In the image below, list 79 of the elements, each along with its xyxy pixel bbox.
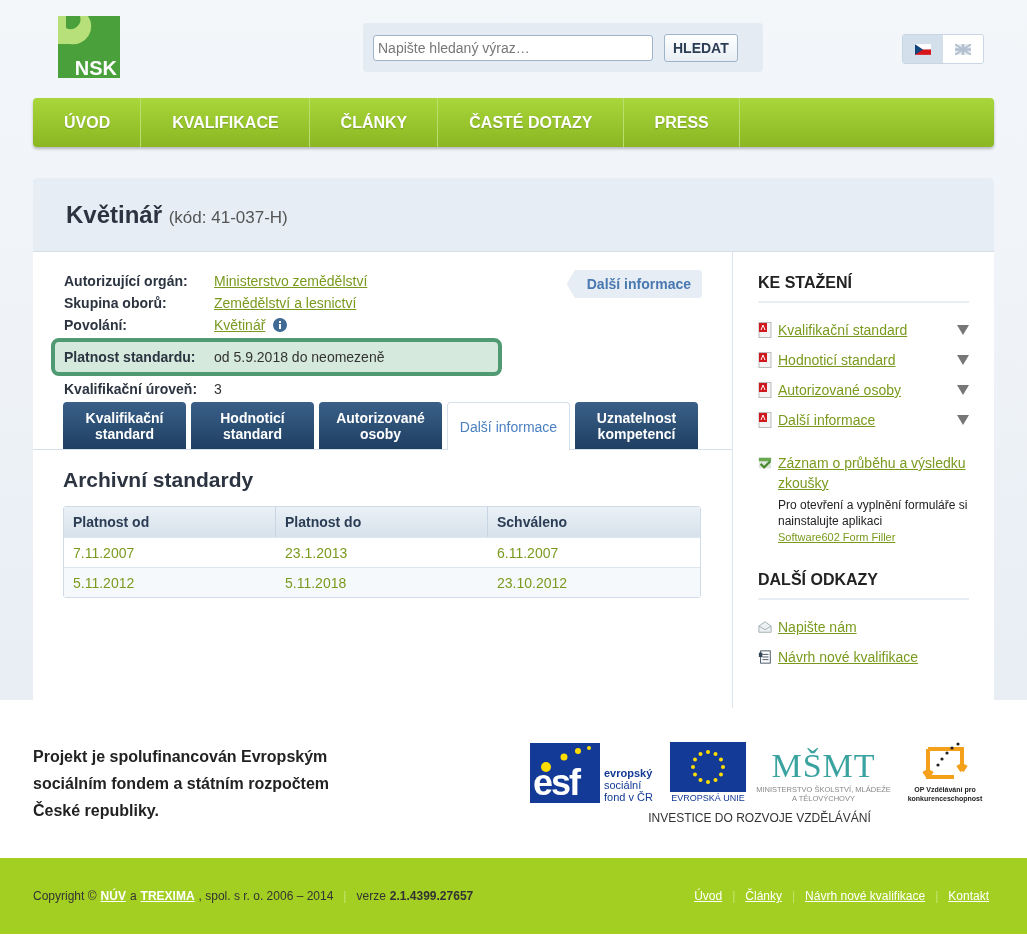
menu-item[interactable]: KVALIFIKACE [141, 98, 310, 147]
info-icon[interactable] [273, 318, 288, 332]
menu-item[interactable]: ČLÁNKY [309, 98, 439, 147]
tab[interactable]: Kvalifikační standard [63, 402, 186, 449]
table-cell-text: 5.11.2018 [284, 573, 348, 593]
table-cell-text: 23.1.2013 [284, 543, 349, 563]
czech-flag-icon [915, 43, 931, 55]
search-button[interactable]: HLEDAT [664, 33, 738, 62]
funding-statement: Projekt je spolufinancován Evropským sociálním fondem a státním rozpočtem České republiky. [33, 746, 331, 821]
download-link[interactable]: Kvalifikační standard [778, 322, 908, 338]
eu-logo: EVROPSKÁ UNIE [670, 742, 746, 803]
form-note: Pro otevření a vyplnění formuláře si nainstalujte aplikaci Software602 Form Filler [778, 497, 969, 545]
footer-link[interactable]: Kontakt [948, 889, 989, 903]
language-button[interactable] [903, 35, 943, 63]
section-heading: Archivní standardy [63, 468, 255, 492]
form-link[interactable]: Záznam o průběhu a výsledku zkoušky [778, 453, 969, 493]
uk-flag-icon [955, 43, 971, 55]
caret-icon[interactable] [957, 415, 969, 425]
search-field[interactable]: Napište hledaný výraz… [373, 34, 653, 61]
caret-icon[interactable] [957, 325, 969, 335]
detail-value: od 5.9.2018 do neomezeně [214, 349, 385, 365]
detail-label: Platnost standardu: [64, 349, 197, 365]
envelope-icon [758, 619, 772, 635]
footer-link[interactable]: Návrh nové kvalifikace [805, 889, 926, 903]
detail-label: Povolání: [64, 317, 128, 333]
menu-item[interactable]: PRESS [623, 98, 740, 147]
table-cell-text: 6.11.2007 [496, 543, 560, 563]
detail-label: Autorizující orgán: [64, 273, 189, 289]
document-icon [758, 649, 772, 665]
nsk-logo[interactable]: NSK [58, 16, 120, 78]
separator: | [343, 889, 347, 903]
footer-text: , spol. s r. o. 2006 – 2014 [198, 889, 334, 903]
table-cell-text: 5.11.2012 [72, 573, 136, 593]
sidebar-heading: KE STAŽENÍ [758, 274, 969, 303]
footer-link[interactable]: Články [745, 889, 782, 903]
column-header: Platnost do [276, 507, 488, 537]
footer-link[interactable]: Úvod [694, 889, 723, 903]
footer-link[interactable]: TREXIMA [140, 889, 195, 903]
form-icon [758, 455, 772, 471]
sidebar-link[interactable]: Návrh nové kvalifikace [778, 649, 919, 665]
separator: | [935, 889, 939, 903]
table-cell-text: 7.11.2007 [72, 543, 136, 563]
tab[interactable]: Uznatelnost kompetencí [575, 402, 698, 449]
more-info-tag[interactable]: Další informace [566, 270, 702, 298]
tab[interactable]: Další informace [447, 402, 570, 450]
column-header: Schváleno [496, 513, 569, 532]
detail-label: Skupina oborů: [64, 295, 168, 311]
slogan: INVESTICE DO ROZVOJE VZDĚLÁVÁNÍ [648, 811, 871, 825]
detail-link[interactable]: Ministerstvo zemědělství [214, 273, 368, 289]
pdf-icon [758, 412, 772, 428]
menu-item[interactable]: ÚVOD [33, 98, 142, 147]
menu-item[interactable]: ČASTÉ DOTAZY [438, 98, 624, 147]
footer-text: Copyright © [33, 889, 97, 903]
caret-icon[interactable] [957, 385, 969, 395]
detail-link[interactable]: Zemědělství a lesnictví [214, 295, 357, 311]
column-header: Platnost od [64, 507, 276, 537]
detail-label: Kvalifikační úroveň: [64, 381, 199, 397]
software-link[interactable]: Software602 Form Filler [778, 531, 896, 543]
separator: | [732, 889, 736, 903]
detail-link[interactable]: Květinář [214, 317, 266, 333]
version-number: 2.1.4399.27657 [389, 889, 474, 903]
pdf-icon [758, 382, 772, 398]
sidebar-link[interactable]: Napište nám [778, 619, 857, 635]
footer-text: verze [356, 889, 386, 903]
footer-text: a [129, 889, 137, 903]
tab[interactable]: Autorizované osoby [319, 402, 442, 449]
table-cell-text: 23.10.2012 [496, 573, 569, 593]
sidebar-heading: DALŠÍ ODKAZY [758, 571, 969, 600]
download-link[interactable]: Hodnoticí standard [778, 352, 896, 368]
pdf-icon [758, 352, 772, 368]
footer-link[interactable]: NÚV [100, 889, 126, 903]
page-title: Květinář (kód: 41-037-H) [66, 200, 288, 229]
download-link[interactable]: Autorizované osoby [778, 382, 901, 398]
download-link[interactable]: Další informace [778, 412, 876, 428]
detail-value: 3 [214, 381, 222, 397]
tab[interactable]: Hodnoticí standard [191, 402, 314, 449]
pdf-icon [758, 322, 772, 338]
separator: | [792, 889, 796, 903]
caret-icon[interactable] [957, 355, 969, 365]
